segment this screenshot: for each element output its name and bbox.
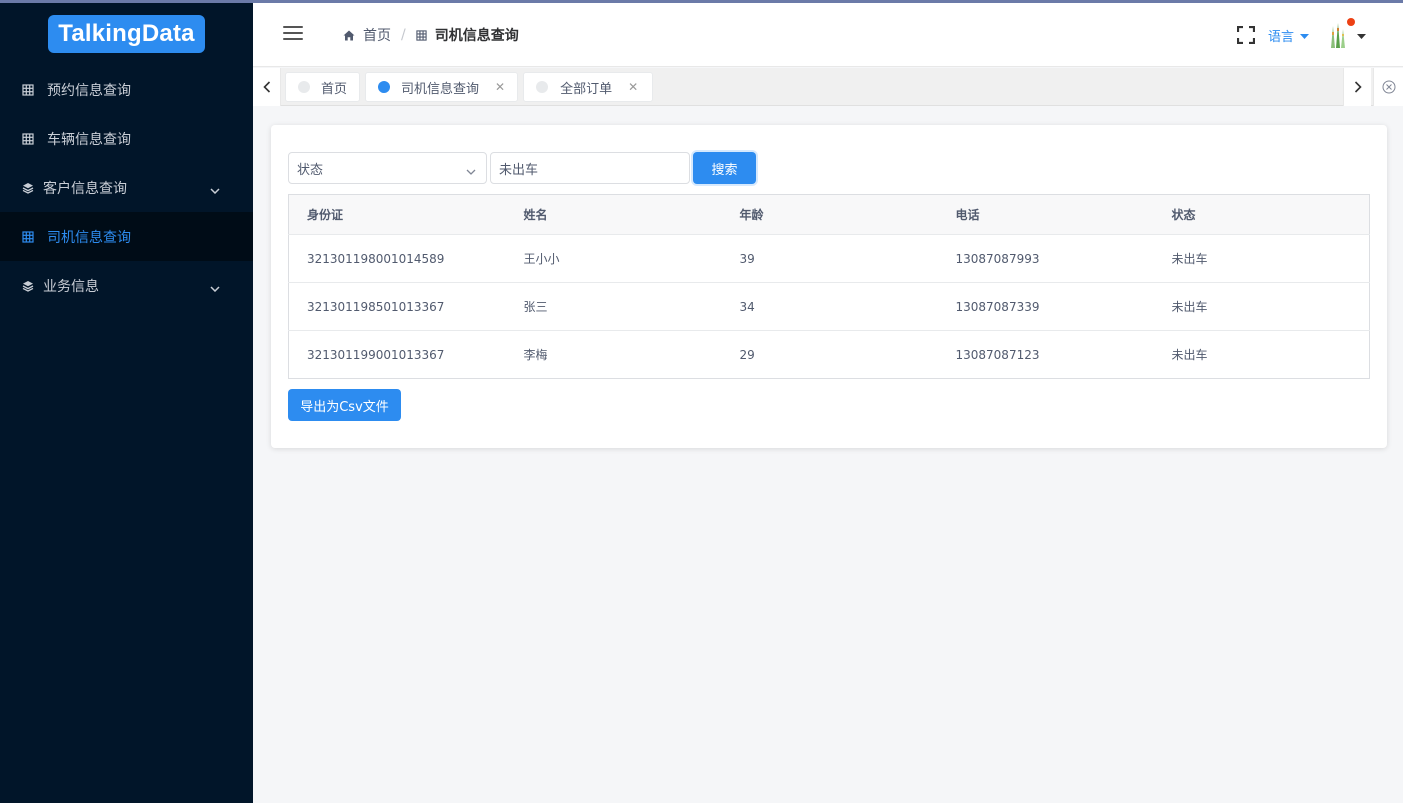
- tab-label: 全部订单: [560, 81, 613, 97]
- tab-home[interactable]: 首页: [285, 72, 361, 102]
- tab-status-dot: [378, 81, 391, 93]
- table-cell: 321301199001013367: [307, 347, 445, 362]
- search-input[interactable]: [490, 152, 690, 184]
- status-select[interactable]: 状态: [288, 152, 487, 184]
- chevron-left-icon: [262, 81, 270, 93]
- table-cell: 39: [721, 234, 938, 283]
- table-cell: 未出车: [1153, 282, 1370, 331]
- search-filters: 状态 搜索: [288, 152, 756, 184]
- language-dropdown[interactable]: 语言: [1268, 26, 1309, 45]
- table-cell: 321301198501013367: [288, 282, 506, 331]
- user-menu[interactable]: [1327, 18, 1366, 50]
- table-cell: 29: [739, 347, 755, 362]
- close-icon[interactable]: ✕: [628, 80, 638, 94]
- tab-label: 司机信息查询: [401, 81, 480, 97]
- table-row[interactable]: 321301198001014589 王小小 39 13087087993 未出…: [288, 234, 1370, 283]
- sidebar: TalkingData 预约信息查询 车辆信息查询 客户信息查询 司机信息查询 …: [0, 3, 253, 803]
- sidebar-item-vehicle[interactable]: 车辆信息查询: [0, 114, 253, 163]
- content-card: 状态 搜索 身份证 姓名 年龄 电话 状态 321301198001014589…: [271, 125, 1387, 448]
- caret-down-icon: [1300, 28, 1309, 43]
- fullscreen-icon[interactable]: [1236, 25, 1256, 45]
- close-icon[interactable]: ✕: [495, 80, 505, 94]
- header-actions: 语言: [1236, 3, 1403, 67]
- tabs-scroll-right[interactable]: [1343, 68, 1371, 106]
- column-header[interactable]: 身份证: [288, 194, 506, 235]
- notification-dot: [1347, 18, 1355, 26]
- chevron-right-icon: [1354, 81, 1362, 93]
- breadcrumb-label: 司机信息查询: [434, 28, 519, 44]
- brand-logo[interactable]: TalkingData: [48, 15, 205, 53]
- layers-icon: [22, 280, 34, 292]
- table-cell: 王小小: [505, 234, 722, 283]
- table-header-row: 身份证 姓名 年龄 电话 状态: [288, 194, 1370, 235]
- top-header: 首页 / 司机信息查询 语言: [253, 3, 1403, 67]
- close-circle-icon: [1382, 80, 1395, 94]
- tab-status-dot: [536, 81, 549, 93]
- sidebar-item-reservation[interactable]: 预约信息查询: [0, 65, 253, 114]
- table-cell: 未出车: [1171, 348, 1208, 362]
- logo-area: TalkingData: [0, 3, 253, 65]
- sidebar-item-label: 客户信息查询: [43, 180, 127, 197]
- table-cell: 13087087993: [937, 234, 1154, 283]
- column-header[interactable]: 姓名: [505, 194, 722, 235]
- caret-down-icon: [1357, 28, 1366, 43]
- sidebar-item-label: 业务信息: [43, 278, 99, 295]
- grid-icon: [416, 29, 427, 41]
- layers-icon: [22, 182, 34, 194]
- search-button[interactable]: 搜索: [693, 152, 756, 184]
- sidebar-item-customer[interactable]: 客户信息查询: [0, 163, 253, 212]
- table-cell: 13087087123: [955, 347, 1040, 362]
- table-cell: 13087087339: [937, 282, 1154, 331]
- driver-table: 身份证 姓名 年龄 电话 状态 321301198001014589 王小小 3…: [288, 194, 1370, 379]
- sidebar-item-label: 司机信息查询: [47, 229, 131, 246]
- chevron-down-icon: [210, 182, 220, 198]
- export-csv-button[interactable]: 导出为Csv文件: [288, 389, 401, 421]
- sidebar-item-label: 车辆信息查询: [47, 131, 131, 148]
- sidebar-item-label: 预约信息查询: [47, 82, 131, 99]
- breadcrumb-home[interactable]: 首页: [343, 25, 391, 45]
- table-row[interactable]: 321301198501013367 张三 34 13087087339 未出车: [288, 282, 1370, 331]
- tab-list: 首页 司机信息查询 ✕ 全部订单 ✕: [285, 72, 658, 102]
- tab-status-dot: [298, 81, 310, 93]
- breadcrumb-label: 首页: [363, 28, 391, 44]
- avatar: [1327, 20, 1349, 50]
- tab-driver-info[interactable]: 司机信息查询 ✕: [365, 72, 519, 102]
- column-header[interactable]: 年龄: [721, 194, 938, 235]
- tabs-bar: 首页 司机信息查询 ✕ 全部订单 ✕: [253, 68, 1403, 106]
- tab-label: 首页: [321, 81, 348, 97]
- table-row[interactable]: 321301199001013367 李梅 29 13087087123 未出车: [289, 331, 1370, 379]
- table-cell: 321301198001014589: [288, 234, 506, 283]
- home-icon: [343, 30, 355, 41]
- table-cell: 未出车: [1153, 234, 1370, 283]
- grid-icon: [22, 132, 34, 145]
- chevron-down-icon: [210, 280, 220, 296]
- column-header[interactable]: 状态: [1153, 194, 1370, 235]
- window-top-border: [0, 0, 1403, 3]
- table-cell: 李梅: [523, 348, 548, 362]
- sidebar-item-driver[interactable]: 司机信息查询: [0, 212, 253, 261]
- column-header[interactable]: 电话: [937, 194, 1154, 235]
- breadcrumb-current: 司机信息查询: [416, 25, 519, 45]
- tab-all-orders[interactable]: 全部订单 ✕: [523, 72, 654, 102]
- grid-icon: [22, 230, 34, 243]
- tabs-scroll-left[interactable]: [253, 68, 281, 106]
- grid-icon: [22, 83, 34, 96]
- breadcrumb-separator: /: [401, 27, 406, 43]
- sidebar-item-business[interactable]: 业务信息: [0, 261, 253, 310]
- close-all-tabs-button[interactable]: [1373, 68, 1403, 106]
- breadcrumb: 首页 / 司机信息查询: [343, 25, 519, 45]
- select-value: 状态: [297, 162, 324, 178]
- menu-toggle-icon[interactable]: [283, 26, 303, 42]
- table-cell: 张三: [505, 282, 722, 331]
- language-label: 语言: [1267, 29, 1294, 45]
- table-cell: 34: [721, 282, 938, 331]
- chevron-down-icon: [466, 164, 476, 179]
